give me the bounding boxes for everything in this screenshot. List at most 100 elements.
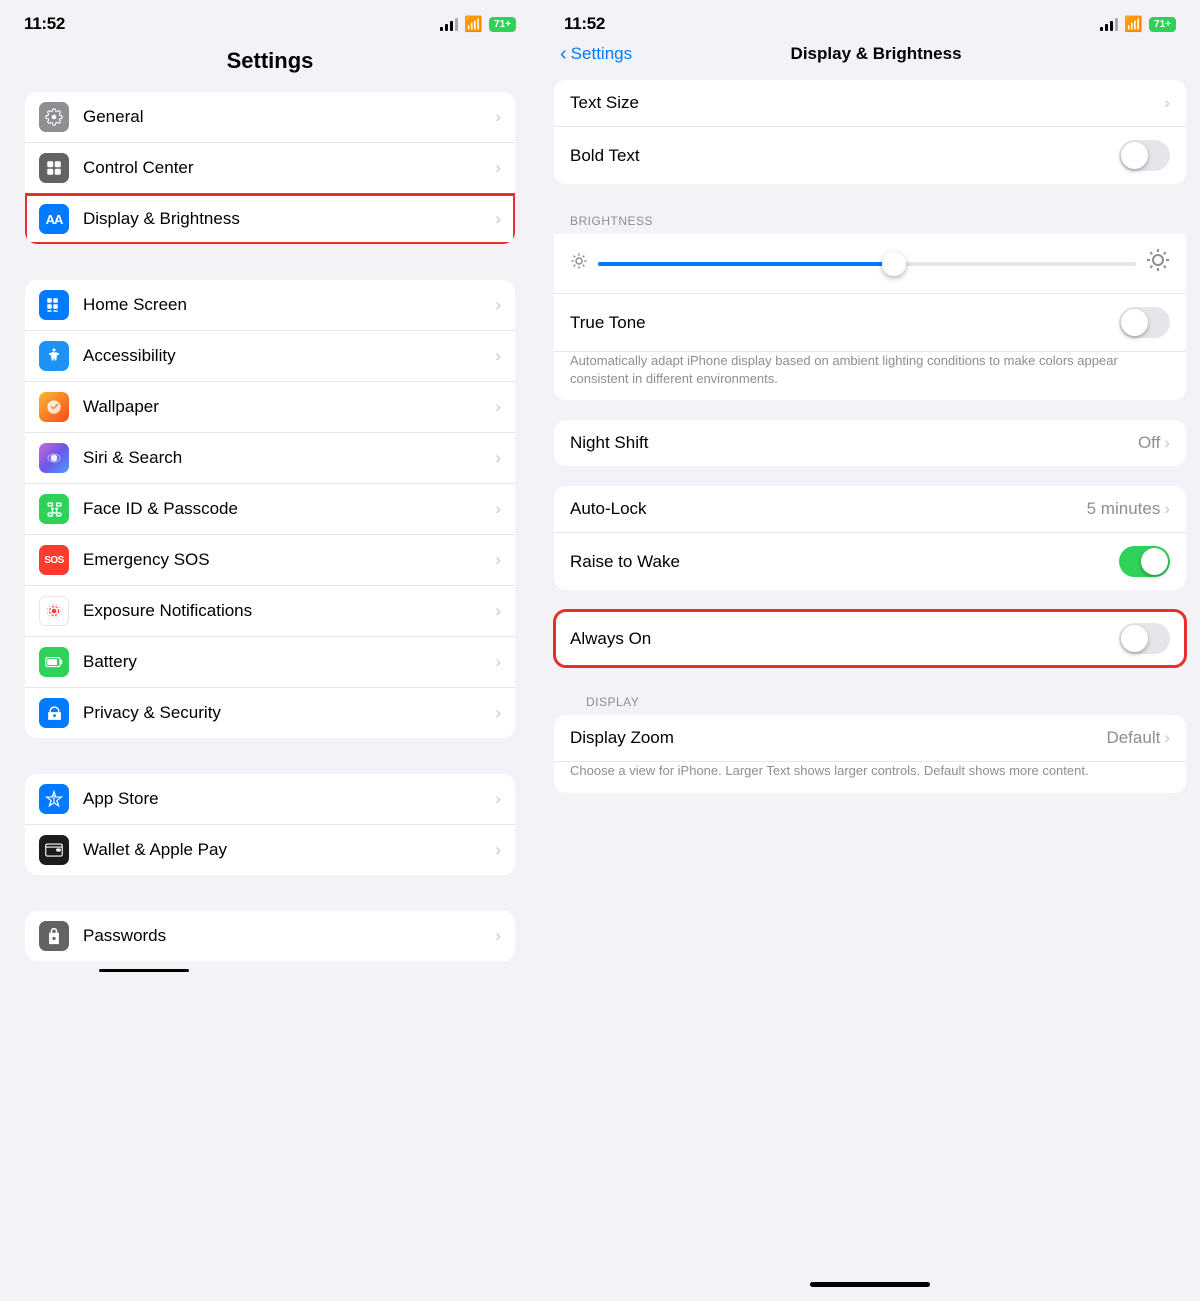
always-on-toggle[interactable] bbox=[1119, 623, 1170, 654]
sun-large-icon bbox=[1146, 248, 1170, 279]
home-screen-chevron: › bbox=[495, 295, 501, 315]
passwords-label: Passwords bbox=[83, 926, 495, 946]
battery-label: Battery bbox=[83, 652, 495, 672]
auto-lock-label: Auto-Lock bbox=[570, 499, 1087, 519]
settings-item-battery[interactable]: Battery › bbox=[25, 637, 515, 688]
privacy-chevron: › bbox=[495, 703, 501, 723]
night-shift-label: Night Shift bbox=[570, 433, 1138, 453]
emergency-sos-icon: SOS bbox=[39, 545, 69, 575]
display-brightness-chevron: › bbox=[495, 209, 501, 229]
bold-text-item[interactable]: Bold Text bbox=[554, 127, 1186, 184]
general-chevron: › bbox=[495, 107, 501, 127]
display-section-header: DISPLAY bbox=[554, 687, 1186, 715]
passwords-icon bbox=[39, 921, 69, 951]
brightness-thumb[interactable] bbox=[882, 252, 906, 276]
settings-item-general[interactable]: General › bbox=[25, 92, 515, 143]
home-screen-label: Home Screen bbox=[83, 295, 495, 315]
raise-to-wake-item[interactable]: Raise to Wake bbox=[554, 533, 1186, 590]
right-time: 11:52 bbox=[564, 14, 605, 34]
raise-to-wake-toggle[interactable] bbox=[1119, 546, 1170, 577]
right-panel: 11:52 📶 71+ ‹ Settings Display & Brightn… bbox=[540, 0, 1200, 1301]
text-size-item[interactable]: Text Size › bbox=[554, 80, 1186, 127]
text-size-label: Text Size bbox=[570, 93, 1164, 113]
brightness-section-label: BRIGHTNESS bbox=[570, 214, 653, 228]
settings-item-privacy[interactable]: Privacy & Security › bbox=[25, 688, 515, 738]
true-tone-description: Automatically adapt iPhone display based… bbox=[570, 352, 1170, 388]
settings-item-passwords[interactable]: Passwords › bbox=[25, 911, 515, 961]
face-id-icon bbox=[39, 494, 69, 524]
accessibility-icon bbox=[39, 341, 69, 371]
siri-icon bbox=[39, 443, 69, 473]
true-tone-label: True Tone bbox=[570, 313, 1119, 333]
bold-text-label: Bold Text bbox=[570, 146, 1119, 166]
right-status-icons: 📶 71+ bbox=[1100, 15, 1176, 33]
settings-item-accessibility[interactable]: Accessibility › bbox=[25, 331, 515, 382]
wallpaper-icon bbox=[39, 392, 69, 422]
home-indicator bbox=[810, 1282, 930, 1287]
true-tone-item[interactable]: True Tone bbox=[554, 294, 1186, 352]
sun-small-icon bbox=[570, 252, 588, 275]
display-section-label: DISPLAY bbox=[570, 695, 655, 715]
accessibility-label: Accessibility bbox=[83, 346, 495, 366]
display-zoom-item[interactable]: Display Zoom Default › bbox=[554, 715, 1186, 762]
right-status-bar: 11:52 📶 71+ bbox=[540, 0, 1200, 44]
bold-text-toggle[interactable] bbox=[1119, 140, 1170, 171]
settings-item-wallpaper[interactable]: Wallpaper › bbox=[25, 382, 515, 433]
settings-item-emergency-sos[interactable]: SOS Emergency SOS › bbox=[25, 535, 515, 586]
accessibility-chevron: › bbox=[495, 346, 501, 366]
brightness-track[interactable] bbox=[598, 262, 1136, 266]
battery-chevron: › bbox=[495, 652, 501, 672]
lock-card: Auto-Lock 5 minutes › Raise to Wake bbox=[554, 486, 1186, 590]
settings-item-exposure[interactable]: Exposure Notifications › bbox=[25, 586, 515, 637]
wifi-icon: 📶 bbox=[464, 15, 483, 33]
text-size-chevron: › bbox=[1164, 93, 1170, 113]
right-page-title: Display & Brightness bbox=[791, 44, 1022, 64]
back-chevron-icon: ‹ bbox=[560, 44, 567, 64]
left-status-icons: 📶 71+ bbox=[440, 15, 516, 33]
brightness-slider-row[interactable] bbox=[554, 234, 1186, 294]
true-tone-toggle[interactable] bbox=[1119, 307, 1170, 338]
exposure-icon bbox=[39, 596, 69, 626]
wallet-chevron: › bbox=[495, 840, 501, 860]
right-battery-indicator: 71+ bbox=[1149, 17, 1176, 32]
left-status-bar: 11:52 📶 71+ bbox=[0, 0, 540, 44]
display-zoom-chevron: › bbox=[1164, 728, 1170, 748]
always-on-item[interactable]: Always On bbox=[554, 610, 1186, 667]
passwords-chevron: › bbox=[495, 926, 501, 946]
settings-item-appstore[interactable]: App Store › bbox=[25, 774, 515, 825]
exposure-label: Exposure Notifications bbox=[83, 601, 495, 621]
appstore-label: App Store bbox=[83, 789, 495, 809]
bold-text-toggle-thumb bbox=[1121, 142, 1148, 169]
left-title-bar: Settings bbox=[0, 44, 540, 92]
face-id-label: Face ID & Passcode bbox=[83, 499, 495, 519]
settings-item-face-id[interactable]: Face ID & Passcode › bbox=[25, 484, 515, 535]
display-zoom-value: Default bbox=[1106, 728, 1160, 748]
settings-item-display-brightness[interactable]: AA Display & Brightness › bbox=[25, 194, 515, 244]
wallet-icon bbox=[39, 835, 69, 865]
right-signal-icon bbox=[1100, 18, 1118, 31]
night-shift-card: Night Shift Off › bbox=[554, 420, 1186, 466]
wallet-label: Wallet & Apple Pay bbox=[83, 840, 495, 860]
settings-item-control-center[interactable]: Control Center › bbox=[25, 143, 515, 194]
text-appearance-card: Text Size › Bold Text bbox=[554, 80, 1186, 184]
back-label: Settings bbox=[571, 44, 632, 64]
settings-item-siri[interactable]: Siri & Search › bbox=[25, 433, 515, 484]
settings-section2-list: Home Screen › Accessibility › Wallpaper … bbox=[25, 280, 515, 738]
night-shift-item[interactable]: Night Shift Off › bbox=[554, 420, 1186, 466]
face-id-chevron: › bbox=[495, 499, 501, 519]
settings-item-wallet[interactable]: Wallet & Apple Pay › bbox=[25, 825, 515, 875]
auto-lock-item[interactable]: Auto-Lock 5 minutes › bbox=[554, 486, 1186, 533]
settings-item-home-screen[interactable]: Home Screen › bbox=[25, 280, 515, 331]
wallpaper-label: Wallpaper bbox=[83, 397, 495, 417]
back-button[interactable]: ‹ Settings bbox=[560, 44, 632, 64]
auto-lock-value: 5 minutes bbox=[1087, 499, 1161, 519]
privacy-label: Privacy & Security bbox=[83, 703, 495, 723]
emergency-sos-chevron: › bbox=[495, 550, 501, 570]
night-shift-chevron: › bbox=[1164, 433, 1170, 453]
display-brightness-label: Display & Brightness bbox=[83, 209, 495, 229]
settings-section4-list: Passwords › bbox=[25, 911, 515, 961]
home-screen-icon bbox=[39, 290, 69, 320]
always-on-label: Always On bbox=[570, 629, 1119, 649]
left-page-title: Settings bbox=[227, 48, 314, 73]
display-zoom-card: Display Zoom Default › Choose a view for… bbox=[554, 715, 1186, 792]
